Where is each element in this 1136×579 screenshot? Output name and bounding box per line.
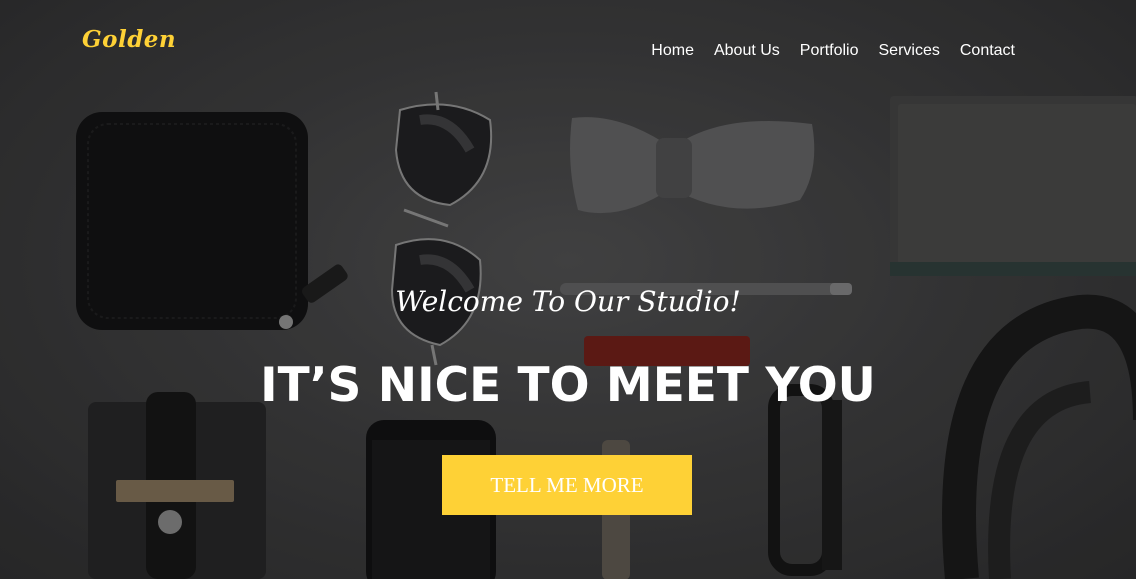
nav-item-contact[interactable]: Contact <box>960 40 1015 62</box>
intro-lead-text: Welcome To Our Studio! <box>395 285 741 318</box>
tell-me-more-button[interactable]: TELL ME MORE <box>442 455 692 515</box>
main-nav: Home About Us Portfolio Services Contact <box>651 40 1015 62</box>
intro-heading: IT’S NICE TO MEET YOU <box>260 358 876 413</box>
nav-item-about-us[interactable]: About Us <box>714 40 780 62</box>
brand-logo[interactable]: Golden <box>82 26 176 53</box>
nav-item-portfolio[interactable]: Portfolio <box>800 40 859 62</box>
hero-section: Golden Home About Us Portfolio Services … <box>0 0 1136 579</box>
nav-item-home[interactable]: Home <box>651 40 694 62</box>
nav-item-services[interactable]: Services <box>879 40 940 62</box>
